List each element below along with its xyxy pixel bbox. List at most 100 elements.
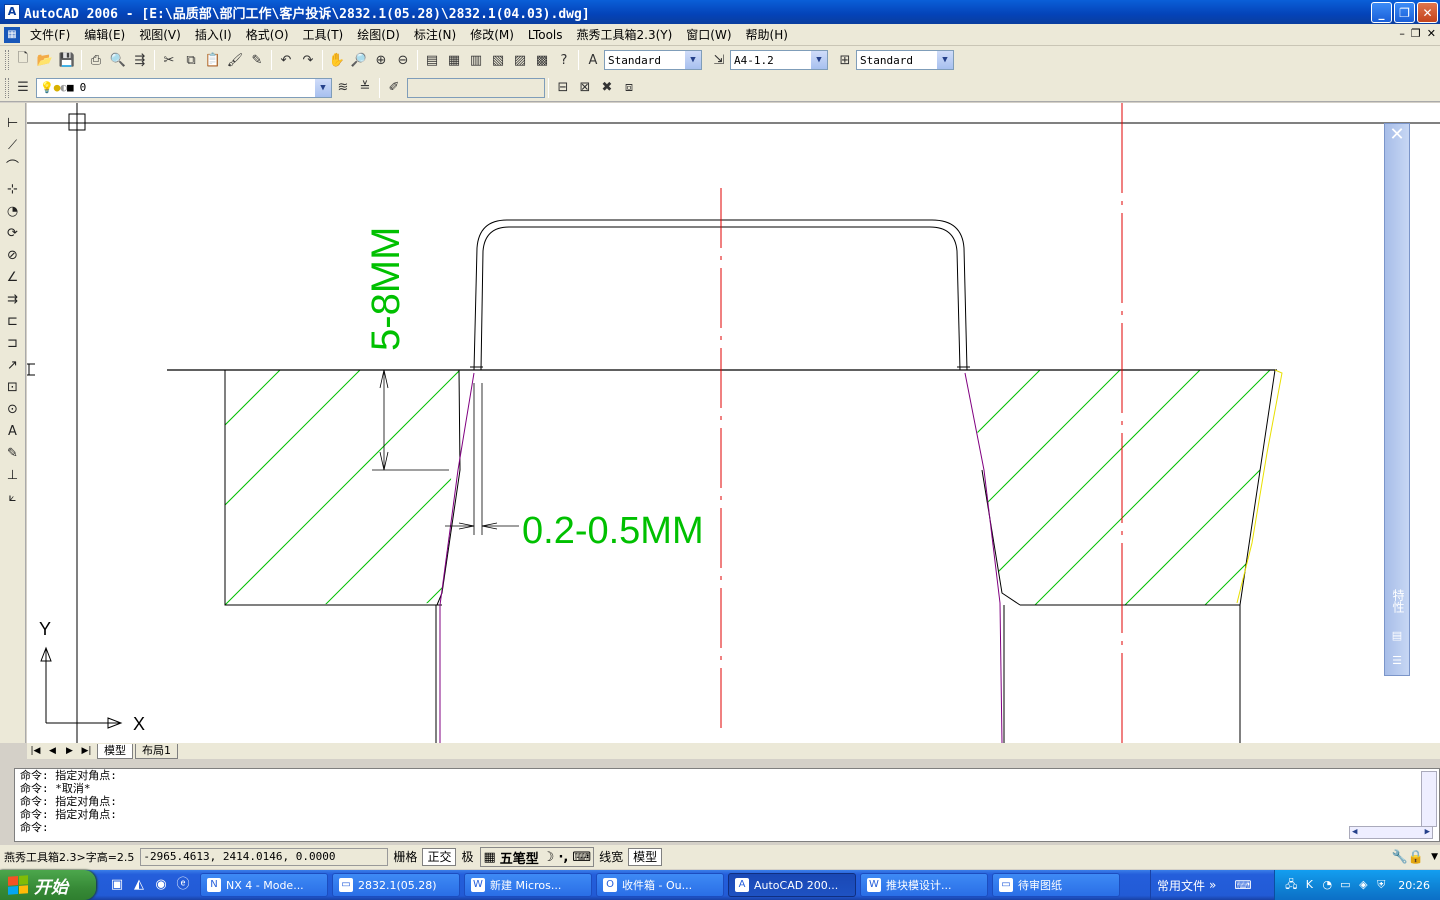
layer-manager-icon[interactable]: ☰	[12, 77, 34, 99]
arc-length-icon[interactable]: ⌒	[3, 157, 23, 178]
cut-icon[interactable]: ✂	[158, 49, 180, 71]
dim-edit-icon[interactable]: A	[3, 421, 23, 442]
tab-layout1[interactable]: 布局1	[135, 743, 178, 759]
linear-dim-icon[interactable]: ⊢	[3, 113, 23, 134]
tray-app-icon[interactable]: ▭	[1338, 878, 1352, 892]
tolerance-icon[interactable]: ⊡	[3, 377, 23, 398]
table-style-icon[interactable]: ⊞	[834, 49, 856, 71]
grid-toggle[interactable]: 栅格	[388, 848, 422, 866]
table-style-select[interactable]: Standard ▼	[856, 50, 954, 70]
task-pending-drawings[interactable]: ▭ 待审图纸	[992, 873, 1120, 897]
dim-style-left-icon[interactable]: ⟀	[3, 487, 23, 508]
print-icon[interactable]: ⎙	[85, 49, 107, 71]
toolbar-grip[interactable]	[5, 50, 9, 70]
menu-view[interactable]: 视图(V)	[133, 26, 189, 43]
acrobat-icon[interactable]: ◭	[130, 876, 148, 894]
drawing-canvas[interactable]: 5-8MM 0.2-0.5MM Y X	[27, 103, 1440, 743]
task-doc[interactable]: W 推块模设计...	[860, 873, 988, 897]
common-files-toolbar[interactable]: 常用文件 » ⌨	[1150, 870, 1260, 900]
keyboard-icon[interactable]: ⌨	[1234, 878, 1251, 892]
audio-icon[interactable]: ◔	[1320, 878, 1334, 892]
radius-dim-icon[interactable]: ◔	[3, 201, 23, 222]
save-icon[interactable]: 💾	[56, 49, 78, 71]
chevron-right-icon[interactable]: »	[1209, 878, 1216, 892]
command-scrollbar[interactable]	[1421, 771, 1437, 827]
command-window[interactable]: 命令: 指定对角点: 命令: *取消* 命令: 指定对角点: 命令: 指定对角点…	[14, 768, 1440, 842]
polar-toggle[interactable]: 极	[456, 848, 478, 866]
close-button[interactable]: ✕	[1417, 2, 1438, 23]
menu-ltools[interactable]: LTools	[522, 28, 571, 42]
ime-moon-icon[interactable]: ☽	[541, 850, 557, 865]
layer-select[interactable]: 💡 ● ◐ ■ 0 ▼	[36, 77, 332, 98]
minimize-button[interactable]: _	[1371, 2, 1392, 23]
quick-dim-icon[interactable]: ⇉	[3, 289, 23, 310]
print-preview-icon[interactable]: 🔍	[107, 49, 129, 71]
chevron-down-icon[interactable]: ▼	[685, 51, 701, 69]
text-style-select[interactable]: Standard ▼	[604, 50, 702, 70]
menu-edit[interactable]: 编辑(E)	[78, 26, 133, 43]
lineweight-toggle[interactable]: 线宽	[594, 848, 628, 866]
restore-button[interactable]: ❐	[1394, 2, 1415, 23]
task-nx[interactable]: N NX 4 - Mode...	[200, 873, 328, 897]
dim-text-edit-icon[interactable]: ✎	[3, 443, 23, 464]
properties-palette[interactable]: ✕ 特性 ▤ ☰	[1384, 123, 1410, 676]
task-autocad[interactable]: A AutoCAD 200...	[728, 873, 856, 897]
task-word[interactable]: W 新建 Micros...	[464, 873, 592, 897]
undo-icon[interactable]: ↶	[275, 49, 297, 71]
design-center-icon[interactable]: ▦	[443, 49, 465, 71]
open-icon[interactable]: 📂	[34, 49, 56, 71]
layer-tool2-icon[interactable]: ⊠	[574, 77, 596, 99]
ltools-icon[interactable]: ✐	[383, 77, 405, 99]
menu-help[interactable]: 帮助(H)	[740, 26, 796, 43]
layer-delete-icon[interactable]: ✖	[596, 77, 618, 99]
layer-previous-icon[interactable]: ≚	[354, 77, 376, 99]
markup-icon[interactable]: ▨	[509, 49, 531, 71]
close-icon[interactable]: ✕	[1385, 124, 1409, 146]
tab-first-button[interactable]: |◀	[27, 746, 44, 756]
palette-list-icon[interactable]: ☰	[1389, 654, 1405, 668]
continue-dim-icon[interactable]: ⊐	[3, 333, 23, 354]
zoom-realtime-icon[interactable]: 🔎	[348, 49, 370, 71]
leader-icon[interactable]: ↗	[3, 355, 23, 376]
clock[interactable]: 20:26	[1398, 879, 1430, 892]
text-style-icon[interactable]: A	[582, 49, 604, 71]
chevron-down-icon[interactable]: ▼	[811, 51, 827, 69]
diameter-dim-icon[interactable]: ⊘	[3, 245, 23, 266]
zoom-window-icon[interactable]: ⊕	[370, 49, 392, 71]
paste-icon[interactable]: 📋	[202, 49, 224, 71]
ime-logo-icon[interactable]: ▦	[481, 850, 497, 865]
help-icon[interactable]: ?	[553, 49, 575, 71]
task-outlook[interactable]: O 收件箱 - Ou...	[596, 873, 724, 897]
lock-icon[interactable]: 🔒	[1408, 850, 1424, 865]
layer-tool1-icon[interactable]: ⊟	[552, 77, 574, 99]
copy-icon[interactable]: ⧉	[180, 49, 202, 71]
menu-yanxiu[interactable]: 燕秀工具箱2.3(Y)	[571, 26, 681, 43]
menu-modify[interactable]: 修改(M)	[464, 26, 522, 43]
doc-restore-button[interactable]: ❐	[1411, 27, 1421, 40]
command-hscrollbar[interactable]: ◀ ▶	[1349, 826, 1433, 839]
pan-icon[interactable]: ✋	[326, 49, 348, 71]
start-button[interactable]: 开始	[0, 870, 96, 900]
menu-draw[interactable]: 绘图(D)	[351, 26, 408, 43]
linetype-box[interactable]	[407, 77, 545, 98]
antivirus-k-icon[interactable]: K	[1302, 878, 1316, 892]
new-icon[interactable]: 🗋	[12, 49, 34, 71]
shield-icon[interactable]: ⛨	[1374, 878, 1388, 892]
network-icon[interactable]: 🖧	[1284, 878, 1298, 892]
menu-window[interactable]: 窗口(W)	[680, 26, 739, 43]
dim-style-icon[interactable]: ⇲	[708, 49, 730, 71]
coordinates-display[interactable]: -2965.4613, 2414.0146, 0.0000	[140, 848, 389, 866]
status-menu-icon[interactable]: ▼	[1431, 852, 1438, 862]
palette-menu-icon[interactable]: ▤	[1389, 629, 1405, 643]
dim-update-icon[interactable]: ⊥	[3, 465, 23, 486]
redo-icon[interactable]: ↷	[297, 49, 319, 71]
menu-format[interactable]: 格式(O)	[240, 26, 297, 43]
ime-name[interactable]: 五笔型	[498, 848, 541, 867]
block-editor-icon[interactable]: ✎	[246, 49, 268, 71]
match-properties-icon[interactable]: 🖌	[224, 49, 246, 71]
menu-dimension[interactable]: 标注(N)	[408, 26, 464, 43]
ime-punct-icon[interactable]: ·,	[556, 850, 570, 865]
aligned-dim-icon[interactable]: ⟋	[3, 135, 23, 156]
sheet-set-icon[interactable]: ▧	[487, 49, 509, 71]
baseline-dim-icon[interactable]: ⊏	[3, 311, 23, 332]
